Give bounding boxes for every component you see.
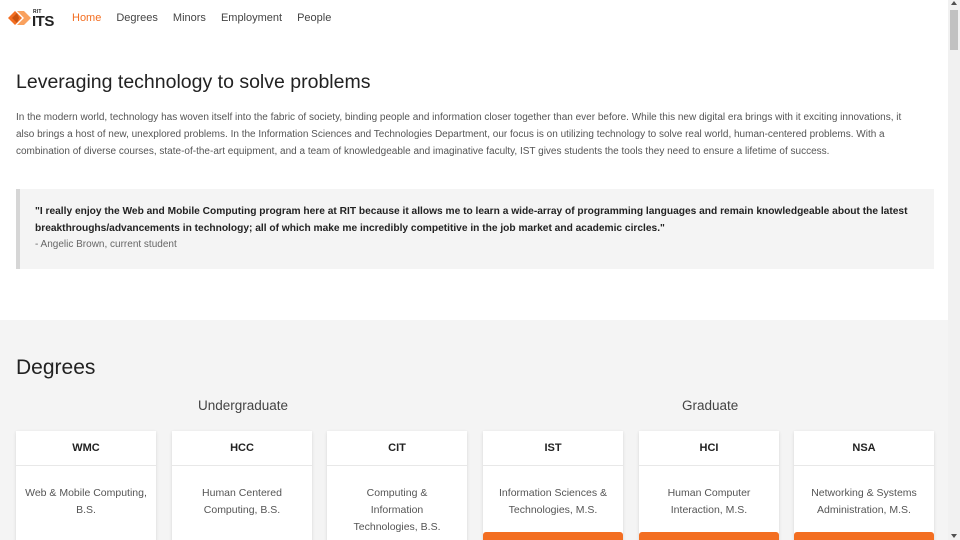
nav-links: Home Degrees Minors Employment People: [72, 12, 346, 24]
degree-card-name: Human Computer Interaction, M.S.: [667, 487, 751, 516]
card-accent-bar: [639, 532, 779, 540]
about-title: Leveraging technology to solve problems: [16, 71, 371, 93]
nav-link-degrees[interactable]: Degrees: [116, 12, 158, 24]
degree-card-abbr: NSA: [794, 431, 934, 466]
quote-text: "I really enjoy the Web and Mobile Compu…: [35, 206, 908, 235]
degree-card-abbr: IST: [483, 431, 623, 466]
degree-card-nsa[interactable]: NSA Networking & Systems Administration,…: [794, 431, 934, 540]
about-section: Leveraging technology to solve problems …: [0, 36, 948, 320]
scrollbar-thumb[interactable]: [950, 10, 958, 50]
its-logo[interactable]: RIT ITS: [8, 6, 60, 30]
degree-card-name: Networking & Systems Administration, M.S…: [811, 487, 917, 516]
degree-card-wmc[interactable]: WMC Web & Mobile Computing, B.S.: [16, 431, 156, 540]
vertical-scrollbar[interactable]: [948, 0, 960, 540]
degree-card-cit[interactable]: CIT Computing & Information Technologies…: [327, 431, 467, 540]
top-navbar: RIT ITS Home Degrees Minors Employment P…: [0, 0, 948, 36]
degree-card-name: Web & Mobile Computing, B.S.: [25, 487, 147, 516]
about-description: In the modern world, technology has wove…: [16, 112, 902, 158]
degrees-title: Degrees: [16, 356, 96, 379]
scroll-up-arrow-icon[interactable]: [951, 1, 957, 5]
undergraduate-label: Undergraduate: [198, 398, 289, 413]
degree-card-abbr: CIT: [327, 431, 467, 466]
degree-card-name: Computing & Information Technologies, B.…: [353, 487, 441, 533]
graduate-label: Graduate: [682, 398, 739, 413]
student-quote: "I really enjoy the Web and Mobile Compu…: [16, 189, 934, 269]
degree-card-hcc[interactable]: HCC Human Centered Computing, B.S.: [172, 431, 312, 540]
degree-card-abbr: HCC: [172, 431, 312, 466]
card-accent-bar: [483, 532, 623, 540]
quote-author: - Angelic Brown, current student: [35, 239, 177, 251]
nav-link-employment[interactable]: Employment: [221, 12, 282, 24]
degree-card-abbr: HCI: [639, 431, 779, 466]
scroll-down-arrow-icon[interactable]: [951, 534, 957, 538]
nav-link-people[interactable]: People: [297, 12, 331, 24]
degree-card-name: Human Centered Computing, B.S.: [202, 487, 282, 516]
card-accent-bar: [794, 532, 934, 540]
degree-card-abbr: WMC: [16, 431, 156, 466]
nav-link-home[interactable]: Home: [72, 12, 101, 24]
degree-card-ist[interactable]: IST Information Sciences & Technologies,…: [483, 431, 623, 540]
degree-card-hci[interactable]: HCI Human Computer Interaction, M.S.: [639, 431, 779, 540]
degrees-section: Degrees Undergraduate Graduate WMC Web &…: [0, 320, 948, 540]
orange-diamond-arrows-logo-icon: [8, 11, 31, 25]
degree-card-name: Information Sciences & Technologies, M.S…: [499, 487, 607, 516]
logo-its-text: ITS: [32, 13, 54, 30]
nav-link-minors[interactable]: Minors: [173, 12, 206, 24]
